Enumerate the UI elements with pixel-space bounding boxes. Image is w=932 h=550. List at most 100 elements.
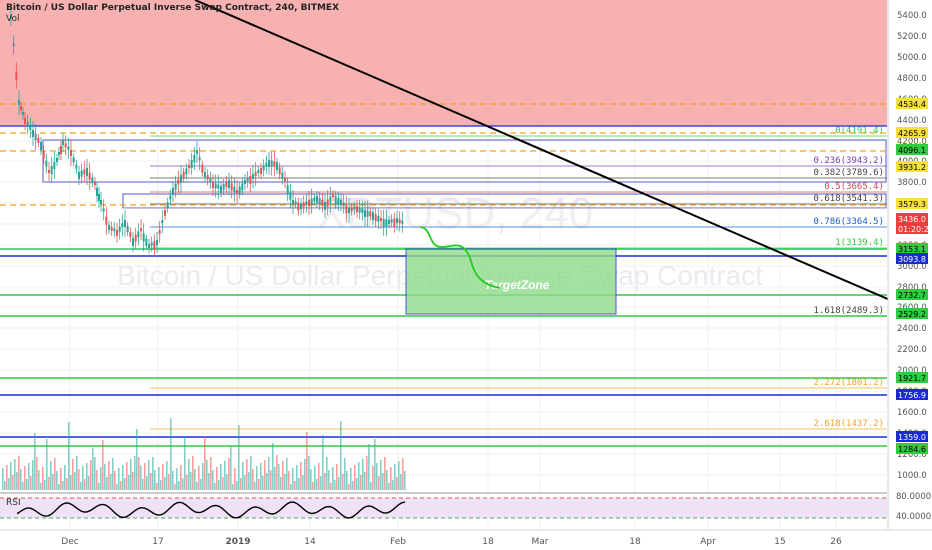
volume-bar [382,473,384,490]
price-tag-label: 1921.7 [898,374,926,383]
volume-bar [16,472,18,490]
candle-body [270,160,273,167]
y-tick-label: 2400.0 [897,324,927,334]
candle-body [313,197,316,202]
candle-body [217,184,220,189]
candle-body [88,172,91,180]
candle-body [62,140,64,145]
volume-bar [324,473,326,490]
volume-bar [118,468,120,490]
candle-body [198,157,201,161]
candle-body [26,122,29,127]
candle-body [329,196,332,203]
candle-body [75,164,78,169]
candle-body [268,160,270,167]
volume-bar [180,465,182,490]
candle-body [396,218,398,223]
candle-body [260,168,262,174]
volume-bar [58,484,60,490]
candle-body [292,200,294,204]
volume-bar [86,463,88,490]
candle-body [228,180,230,188]
volume-bar [350,468,352,490]
volume-bar [272,443,274,490]
volume-bar [148,460,150,490]
volume-bar [142,479,144,490]
candle-body [91,177,94,184]
candle-body [118,226,121,232]
volume-bar [146,476,148,490]
candle-body [302,202,305,207]
candle-body [18,100,20,105]
candle-body [361,208,364,213]
candle-body [78,172,80,179]
volume-bar [174,484,176,490]
volume-bar [244,475,246,490]
rsi-tick-label: 80.0000 [896,492,931,502]
fib-level-label: 0.618(3541.3) [814,194,884,204]
volume-bar [22,482,24,490]
volume-bar [138,457,140,490]
volume-bar [322,435,324,490]
candle-body [342,202,345,206]
volume-bar [232,484,234,490]
candle-body [53,162,56,169]
fib-level-label: 0(4191.4) [835,126,884,136]
volume-bar [124,478,126,490]
x-tick-label: 15 [774,537,785,547]
price-tag-label: 3931.2 [898,163,926,172]
volume-bar [254,482,256,490]
chart-stage[interactable]: XBTUSD, 240Bitcoin / US Dollar Perpetual… [0,0,932,550]
volume-bar [34,433,36,490]
candle-body [281,172,284,179]
x-tick-label: 2019 [225,537,250,547]
volume-bar [54,458,56,490]
price-tag-label: 3153.1 [898,245,926,254]
volume-bar [400,474,402,490]
volume-bar [42,467,44,490]
volume-bar [282,461,284,490]
candle-body [204,172,206,177]
volume-bar [88,476,90,490]
volume-bar [52,474,54,490]
volume-bar [292,468,294,490]
price-tag-label: 4265.9 [898,129,926,138]
candle-body [56,158,58,162]
candle-body [142,233,145,242]
candle-body [214,183,217,189]
volume-bar [164,477,166,490]
candle-body [132,238,134,246]
candle-body [116,230,118,236]
volume-bar [264,460,266,490]
volume-bar [380,460,382,490]
volume-bar [126,462,128,490]
volume-bar [314,466,316,490]
candle-body [380,218,382,221]
volume-bar [242,462,244,490]
volume-bar [144,463,146,490]
candle-body [273,161,276,167]
volume-bar [72,459,74,490]
candle-body [372,212,374,220]
volume-bar [194,469,196,490]
volume-bar [268,457,270,490]
volume-bar [210,457,212,490]
candle-body [257,170,260,173]
candle-body [12,43,15,47]
volume-bar [170,418,172,490]
candle-body [350,207,353,212]
candle-body [37,138,40,143]
x-tick-label: 17 [152,537,163,547]
price-tag-label: 01:20:21 [898,225,932,234]
price-chart[interactable]: XBTUSD, 240Bitcoin / US Dollar Perpetual… [0,0,932,550]
candle-body [358,207,361,213]
volume-bar [98,483,100,490]
candle-body [188,165,190,168]
candle-body [100,200,102,204]
volume-bar [330,483,332,490]
volume-bar [212,470,214,490]
candle-body [230,183,233,191]
volume-bar [404,471,406,490]
candle-body [254,172,257,176]
volume-bar [390,467,392,490]
